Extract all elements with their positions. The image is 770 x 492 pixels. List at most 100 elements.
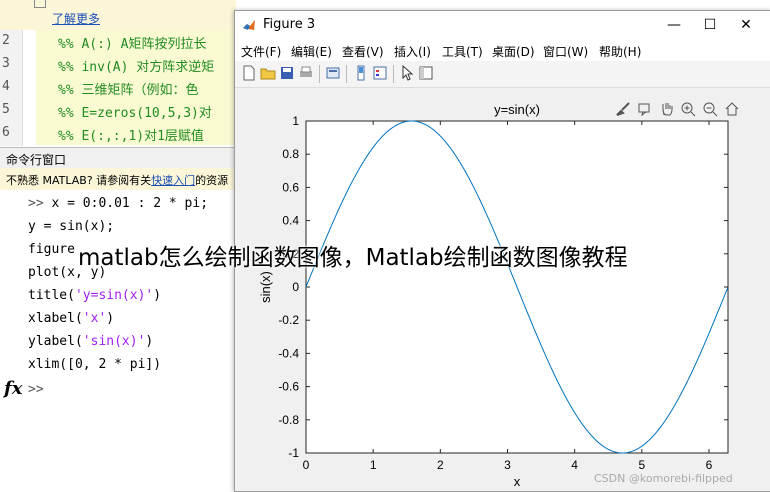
command-code: ylabel( [28, 334, 83, 349]
minimize-button[interactable]: — [657, 15, 691, 35]
toolbar-separator [393, 65, 394, 83]
learn-more-link[interactable]: 了解更多 [52, 10, 100, 27]
y-tick-label: 0 [292, 280, 299, 294]
notice-suffix: 的资源 [195, 174, 229, 187]
figure-titlebar[interactable]: Figure 3 — ☐ ✕ [235, 11, 770, 39]
command-line: xlim([0, 2 * pi]) [28, 357, 161, 372]
fx-icon[interactable]: fx [4, 378, 22, 399]
y-tick-label: 0.4 [282, 214, 299, 228]
comment-text: %% A(:) A矩阵按列拉长 [58, 37, 207, 52]
menu-window[interactable]: 窗口(W) [543, 43, 588, 60]
plot-canvas: 0 1 2 3 4 5 6 -1 -0.8 -0.6 -0.4 -0.2 0 0.2 0.4 0.6 0.8 1 … [235, 88, 770, 491]
line-number: 2 [2, 33, 10, 48]
zoom-in-icon[interactable] [680, 101, 696, 117]
quick-start-link[interactable]: 快速入门 [151, 174, 195, 187]
brush-icon[interactable] [615, 101, 631, 117]
menu-desktop[interactable]: 桌面(D) [492, 43, 535, 60]
comment-text: %% E=zeros(10,5,3)对 [58, 106, 212, 121]
csdn-watermark: CSDN @komorebi-filpped [594, 472, 733, 485]
menu-view[interactable]: 查看(V) [342, 43, 384, 60]
command-line: y = sin(x); [28, 219, 114, 234]
info-banner: 了解更多 [0, 0, 236, 31]
menu-file[interactable]: 文件(F) [241, 43, 281, 60]
command-line: xlabel('x') [28, 311, 114, 326]
code-cell: %% E=zeros(10,5,3)对 [36, 99, 236, 122]
restore-view-home-icon[interactable] [724, 101, 740, 117]
comment-text: %% E(:,:,1)对1层赋值 [58, 129, 204, 144]
x-tick-label: 4 [571, 458, 578, 472]
pan-hand-icon[interactable] [659, 101, 675, 117]
y-tick-label: 0.8 [282, 147, 299, 161]
save-icon[interactable] [279, 65, 295, 81]
code-editor[interactable]: 2 %% A(:) A矩阵按列拉长 3 %% inv(A) 对方阵求逆矩 4 %% 三维矩… [0, 30, 236, 146]
x-tick-label: 1 [370, 458, 377, 472]
y-tick-label: -1 [288, 446, 299, 460]
command-line: figure [28, 242, 75, 257]
figure-toolbar [235, 61, 770, 88]
insert-colorbar-icon[interactable] [353, 65, 369, 81]
y-tick-label: 1 [292, 114, 299, 128]
sine-chart: 0 1 2 3 4 5 6-1-0.8-0.6-0.4-0.200.20.40.60.81 … [258, 102, 729, 489]
info-icon [34, 0, 46, 8]
comment-text: %% 三维矩阵（例如：色 [58, 83, 199, 98]
x-tick-label: 2 [437, 458, 444, 472]
command-code: x = 0:0.01 : 2 * pi; [51, 196, 209, 211]
comment-text: %% inv(A) 对方阵求逆矩 [58, 60, 215, 75]
string-literal: 'x' [82, 311, 107, 326]
command-code: y = sin(x); [28, 219, 115, 234]
toolbar-separator [346, 65, 347, 83]
x-tick-label: 5 [638, 458, 645, 472]
maximize-button[interactable]: ☐ [693, 15, 727, 35]
print-icon[interactable] [298, 65, 314, 81]
editor-line[interactable]: 5 %% E=zeros(10,5,3)对 [0, 99, 236, 122]
y-tick-label: 0.6 [282, 180, 299, 194]
editor-line[interactable]: 2 %% A(:) A矩阵按列拉长 [0, 30, 236, 53]
menu-help[interactable]: 帮助(H) [599, 43, 641, 60]
command-code: xlim([0, 2 * pi]) [28, 357, 162, 372]
menu-bar: 文件(F) 编辑(E) 查看(V) 插入(I) 工具(T) 桌面(D) 窗口(W… [235, 39, 770, 61]
axes-toolbar [615, 101, 742, 119]
chart-title: y=sin(x) [494, 102, 540, 117]
x-axis-label: x [514, 474, 521, 489]
editor-line[interactable]: 6 %% E(:,:,1)对1层赋值 [0, 122, 236, 145]
command-prompt[interactable]: >> [28, 382, 44, 397]
link-plot-icon[interactable] [325, 65, 341, 81]
insert-legend-icon[interactable] [372, 65, 388, 81]
open-file-icon[interactable] [260, 65, 276, 81]
command-code: ) [145, 334, 154, 349]
command-window-titlebar: 命令行窗口 [0, 147, 236, 169]
zoom-out-icon[interactable] [702, 101, 718, 117]
command-line: >> x = 0:0.01 : 2 * pi; [28, 196, 208, 211]
article-title-overlay: matlab怎么绘制函数图像，Matlab绘制函数图像教程 [78, 245, 628, 271]
new-figure-icon[interactable] [241, 65, 257, 81]
property-inspector-icon[interactable] [418, 65, 434, 81]
menu-insert[interactable]: 插入(I) [394, 43, 431, 60]
close-button[interactable]: ✕ [729, 15, 763, 35]
y-tick-label: -0.4 [278, 346, 299, 360]
command-code: title( [28, 288, 75, 303]
data-tip-icon[interactable] [637, 101, 653, 117]
x-tick-label: 3 [504, 458, 511, 472]
notice-text: 不熟悉 MATLAB? 请参阅有关 [6, 174, 152, 187]
editor-line[interactable]: 4 %% 三维矩阵（例如：色 [0, 76, 236, 99]
command-line: title('y=sin(x)') [28, 288, 161, 303]
command-window-title: 命令行窗口 [6, 153, 67, 167]
menu-edit[interactable]: 编辑(E) [291, 43, 332, 60]
line-number: 6 [2, 125, 10, 140]
code-cell: %% A(:) A矩阵按列拉长 [36, 30, 236, 53]
line-number: 5 [2, 102, 10, 117]
y-axis-label: sin(x) [258, 271, 273, 303]
menu-tools[interactable]: 工具(T) [442, 43, 483, 60]
prompt-symbol: >> [28, 196, 52, 211]
command-window[interactable]: >> x = 0:0.01 : 2 * pi; y = sin(x); figure… [0, 190, 236, 490]
command-code: ) [106, 311, 115, 326]
command-code: ) [153, 288, 162, 303]
editor-line[interactable]: 3 %% inv(A) 对方阵求逆矩 [0, 53, 236, 76]
command-code: xlabel( [28, 311, 83, 326]
edit-plot-arrow-icon[interactable] [399, 65, 415, 81]
getting-started-notice: 不熟悉 MATLAB? 请参阅有关快速入门的资源 [0, 168, 236, 191]
line-number: 4 [2, 79, 10, 94]
code-cell: %% E(:,:,1)对1层赋值 [36, 122, 236, 145]
figure-title: Figure 3 [263, 17, 316, 32]
y-tick-label: -0.2 [278, 313, 299, 327]
